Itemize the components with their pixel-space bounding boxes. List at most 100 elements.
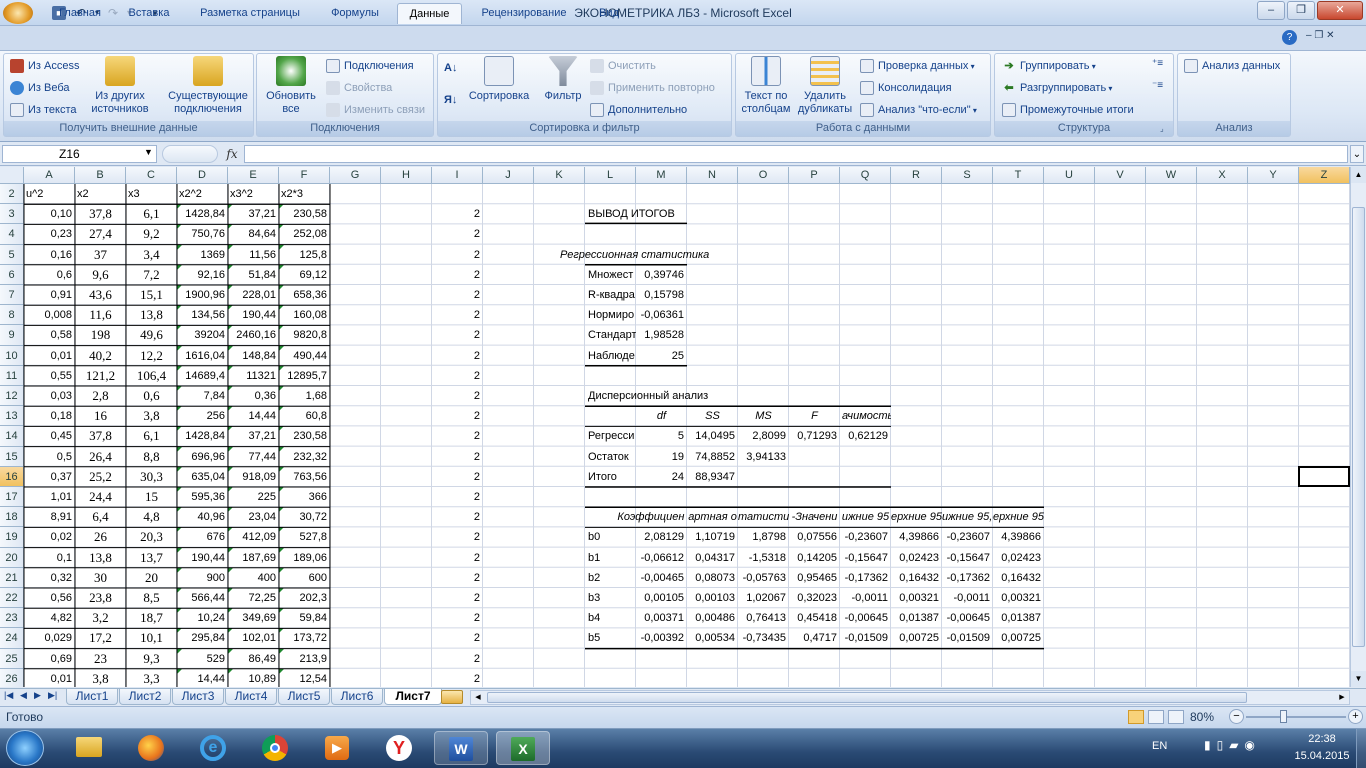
sheet-tab-6[interactable]: Лист6 [331,689,383,705]
col-i-cell[interactable]: 2 [432,527,483,547]
data-cell[interactable]: 13,8 [126,305,177,325]
coef-value[interactable]: 0,02423 [891,548,942,568]
data-cell[interactable]: 0,01 [24,669,75,687]
coef-value[interactable]: 0,95465 [789,568,840,588]
sheet-tab-3[interactable]: Лист3 [172,689,224,705]
hide-detail-icon[interactable]: ⁻≡ [1152,80,1163,91]
coef-label[interactable]: b3 [585,588,636,608]
col-i-cell[interactable]: 2 [432,366,483,386]
coef-value[interactable]: 0,00105 [636,588,687,608]
column-header-g[interactable]: G [330,167,381,184]
data-cell[interactable]: 658,36 [279,285,330,305]
sort-az-icon[interactable]: A↓ [444,62,457,74]
tray-language[interactable]: EN [1152,740,1167,752]
name-box[interactable]: Z16 [2,145,157,163]
data-cell[interactable]: 11,6 [75,305,126,325]
col-i-cell[interactable]: 2 [432,346,483,366]
data-validation-button[interactable]: Проверка данных ▾ [860,56,975,76]
col-i-cell[interactable]: 2 [432,386,483,406]
data-cell[interactable]: 26 [75,527,126,547]
data-cell[interactable]: 37,8 [75,426,126,446]
data-cell[interactable]: 490,44 [279,345,330,366]
data-cell[interactable]: 0,69 [24,649,75,669]
coef-value[interactable]: -0,15647 [942,548,993,568]
coef-value[interactable]: -0,00645 [942,608,993,628]
col-i-cell[interactable]: 2 [432,568,483,588]
scroll-left-icon[interactable]: ◀ [471,691,485,704]
sort-za-icon[interactable]: Я↓ [444,94,457,106]
connections-button[interactable]: Подключения [326,56,414,76]
coef-value[interactable]: -0,0011 [840,588,891,608]
coef-value[interactable]: 0,00486 [687,608,738,628]
row-header-11[interactable]: 11 [0,365,24,386]
data-cell[interactable]: 213,9 [279,648,330,669]
data-cell[interactable]: 37,21 [228,204,279,224]
data-cell[interactable]: 60,8 [279,406,330,426]
coef-header[interactable]: ижние 95 [840,507,891,527]
other-sources-button[interactable]: Из других источников [88,56,152,116]
data-cell[interactable]: 72,25 [228,588,279,608]
insert-function-button[interactable]: fx [222,145,242,163]
data-cell[interactable]: 252,08 [279,224,330,244]
data-cell[interactable]: 1428,84 [177,204,228,224]
data-cell[interactable]: 125,8 [279,244,330,265]
data-cell[interactable]: 69,12 [279,264,330,285]
data-cell[interactable]: 12895,7 [279,365,330,386]
header-cell[interactable]: u^2 [24,184,75,204]
advanced-filter-button[interactable]: Дополнительно [590,100,687,120]
tab-view[interactable]: Вид [586,3,632,24]
from-access-button[interactable]: Из Access [10,56,79,76]
data-cell[interactable]: 3,8 [126,406,177,426]
coef-value[interactable]: 4,39866 [891,527,942,547]
sheet-tab-4[interactable]: Лист4 [225,689,277,705]
data-cell[interactable]: 18,7 [126,608,177,628]
column-header-h[interactable]: H [381,167,432,184]
hscroll-thumb[interactable] [487,692,1247,703]
formula-splitter[interactable] [162,145,218,163]
data-cell[interactable]: 24,4 [75,487,126,507]
data-cell[interactable]: 900 [177,567,228,588]
coef-value[interactable]: -0,00392 [636,628,687,648]
data-cell[interactable]: 8,8 [126,447,177,467]
data-cell[interactable]: 0,56 [24,588,75,608]
coef-label[interactable]: b5 [585,628,636,648]
data-cell[interactable]: 0,6 [24,265,75,285]
sort-button[interactable]: Сортировка [464,56,534,103]
coef-value[interactable]: 0,00725 [891,628,942,648]
col-i-cell[interactable]: 2 [432,406,483,426]
reg-stat-value[interactable]: 1,98528 [636,325,687,345]
data-cell[interactable]: 134,56 [177,305,228,325]
col-i-cell[interactable]: 2 [432,487,483,507]
row-header-18[interactable]: 18 [0,507,24,528]
zoom-slider-thumb[interactable] [1280,710,1287,723]
column-header-c[interactable]: C [126,167,177,184]
anova-header[interactable]: df [636,406,687,426]
coef-header[interactable]: ижние 95,0 [942,507,993,527]
tab-data[interactable]: Данные [397,3,462,24]
coef-value[interactable]: -1,5318 [738,548,789,568]
tab-insert[interactable]: Вставка [118,3,180,24]
data-cell[interactable]: 77,44 [228,446,279,467]
coef-value[interactable]: 0,00103 [687,588,738,608]
data-cell[interactable]: 0,02 [24,527,75,547]
sheet-tab-5[interactable]: Лист5 [278,689,330,705]
data-cell[interactable]: 51,84 [228,264,279,285]
column-header-a[interactable]: A [24,167,75,184]
data-cell[interactable]: 9,3 [126,649,177,669]
existing-connections-button[interactable]: Существующие подключения [164,56,252,116]
data-cell[interactable]: 3,4 [126,245,177,265]
scroll-right-icon[interactable]: ▶ [1335,691,1349,704]
row-header-3[interactable]: 3 [0,204,24,225]
data-cell[interactable]: 7,84 [177,386,228,406]
data-cell[interactable]: 3,8 [75,669,126,687]
show-desktop-button[interactable] [1356,729,1366,768]
data-cell[interactable]: 600 [279,567,330,588]
column-header-p[interactable]: P [789,167,840,184]
worksheet-grid[interactable]: ABCDEFGHIJKLMNOPQRSTUVWXYZ 2 3 4 5 6 7 8 9 10 11 1… [0,167,1350,687]
row-header-7[interactable]: 7 [0,285,24,306]
zoom-slider[interactable] [1246,716,1346,718]
column-header-y[interactable]: Y [1248,167,1299,184]
data-cell[interactable]: 148,84 [228,345,279,366]
coef-value[interactable]: -0,17362 [942,568,993,588]
col-i-cell[interactable]: 2 [432,245,483,265]
